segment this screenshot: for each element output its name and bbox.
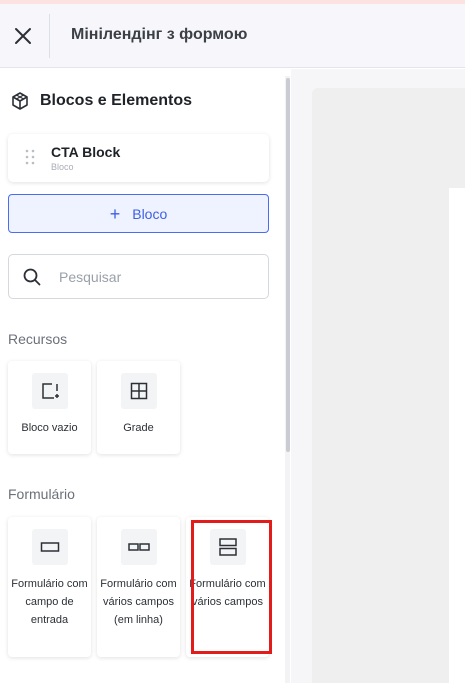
tile-form-inline-fields[interactable]: Formulário com vários campos (em linha) xyxy=(97,517,180,657)
canvas-page xyxy=(449,188,465,683)
cta-block-card[interactable]: CTA Block Bloco xyxy=(8,134,269,182)
tile-label: Bloco vazio xyxy=(21,422,78,434)
canvas-preview[interactable] xyxy=(312,88,465,683)
close-icon xyxy=(15,28,31,44)
empty-block-icon xyxy=(32,373,68,409)
cube-icon xyxy=(12,92,28,110)
page-title: Мінілендінг з формою xyxy=(71,26,248,43)
section-title: Blocos e Elementos xyxy=(40,92,193,109)
tile-label: Formulário com vários campos (em linha) xyxy=(100,578,177,626)
group-label-recursos: Recursos xyxy=(8,331,68,347)
search-box[interactable] xyxy=(8,254,269,299)
header-divider xyxy=(49,14,50,58)
highlight-box xyxy=(191,520,272,654)
add-block-label: Bloco xyxy=(132,205,168,222)
grid-icon xyxy=(121,373,157,409)
search-input[interactable] xyxy=(59,267,259,287)
plus-icon: + xyxy=(109,203,121,224)
tile-form-single-input[interactable]: Formulário com campo de entrada xyxy=(8,517,91,657)
section-header: Blocos e Elementos xyxy=(10,91,192,111)
tile-grid[interactable]: Grade xyxy=(97,361,180,454)
sidebar-scrollbar-thumb[interactable] xyxy=(286,78,290,452)
search-icon xyxy=(23,268,41,286)
inline-fields-icon xyxy=(121,529,157,565)
group-label-formulario: Formulário xyxy=(8,486,75,502)
single-input-icon xyxy=(32,529,68,565)
close-button[interactable] xyxy=(8,18,38,54)
add-block-button[interactable]: + Bloco xyxy=(8,194,269,233)
drag-handle-icon[interactable] xyxy=(25,149,35,165)
tile-label: Formulário com campo de entrada xyxy=(11,578,88,626)
cta-block-title: CTA Block xyxy=(51,144,121,160)
cta-block-subtitle: Bloco xyxy=(51,162,74,172)
editor-header: Мінілендінг з формою xyxy=(0,4,465,68)
tile-empty-block[interactable]: Bloco vazio xyxy=(8,361,91,454)
tile-label: Grade xyxy=(123,422,154,434)
